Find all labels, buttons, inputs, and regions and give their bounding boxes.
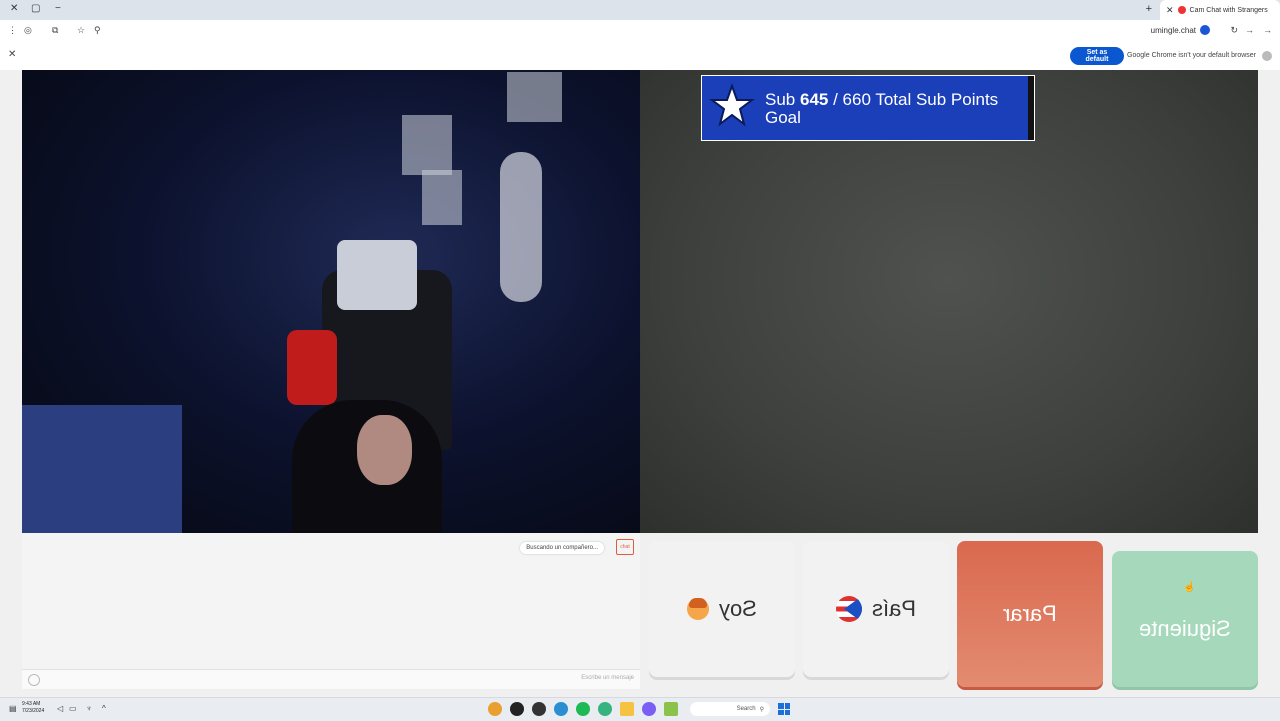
minimize-icon[interactable]: − bbox=[55, 3, 61, 14]
streamer-face bbox=[357, 415, 412, 485]
clock[interactable]: 9:43 AM 7/23/2024 bbox=[22, 701, 44, 715]
tab-close-icon[interactable]: ✕ bbox=[1166, 5, 1174, 16]
search-label: Search bbox=[736, 706, 756, 712]
parar-button[interactable]: Parar bbox=[957, 541, 1103, 687]
app-icon[interactable] bbox=[664, 702, 678, 716]
bookmark-star-icon[interactable]: ☆ bbox=[77, 25, 85, 36]
extensions-icon[interactable]: ⧉ bbox=[52, 25, 58, 36]
monitor bbox=[22, 405, 182, 533]
wall-poster bbox=[422, 170, 462, 225]
obs-app-icon[interactable] bbox=[532, 702, 546, 716]
chat-logo-icon: chat bbox=[616, 539, 634, 555]
clock-date: 7/23/2024 bbox=[22, 708, 45, 714]
network-icon[interactable]: ▭ bbox=[69, 704, 77, 713]
address-bar: ⋮ ◎ ⧉ ☆ ⚲ umingle.chat ↻ → → bbox=[0, 20, 1280, 43]
local-video bbox=[22, 70, 640, 533]
goal-label: Goal bbox=[765, 108, 801, 127]
mic-icon[interactable]: ♆ bbox=[86, 704, 92, 713]
tab-favicon-icon bbox=[1177, 6, 1186, 14]
site-info-icon[interactable] bbox=[1200, 25, 1210, 35]
app-icon[interactable] bbox=[598, 702, 612, 716]
chat-status: Buscando un compañero... bbox=[520, 542, 604, 554]
close-window-icon[interactable]: ✕ bbox=[10, 3, 18, 14]
start-icon[interactable] bbox=[778, 703, 790, 715]
clock-time: 9:43 AM bbox=[22, 701, 41, 707]
spotify-app-icon[interactable] bbox=[576, 702, 590, 716]
red-cloth bbox=[287, 330, 337, 405]
search-icon: ⚲ bbox=[759, 706, 764, 713]
pais-button[interactable]: País bbox=[803, 541, 949, 677]
maximize-icon[interactable]: ▢ bbox=[31, 3, 40, 14]
browser-tab[interactable]: ✕ Cam Chat with Strangers bbox=[1160, 0, 1280, 20]
siguiente-label: Siguiente bbox=[1139, 616, 1231, 641]
infobar-message: Google Chrome isn't your default browser bbox=[1127, 52, 1256, 59]
star-icon bbox=[709, 83, 755, 127]
wall-poster bbox=[507, 72, 562, 122]
mouse-cursor-icon: ☝ bbox=[1183, 582, 1196, 593]
telegram-app-icon[interactable] bbox=[554, 702, 568, 716]
chrome-icon bbox=[1262, 51, 1272, 61]
url-text: umingle.chat bbox=[1150, 25, 1196, 35]
pais-label: País bbox=[871, 596, 917, 621]
notifications-icon[interactable]: ▤ bbox=[9, 704, 17, 713]
url-field[interactable]: umingle.chat bbox=[1151, 25, 1210, 35]
chat-input[interactable]: Escribe un mensaje bbox=[22, 669, 640, 689]
sub-goal-overlay: Sub 645 / 660 Total Sub Points Goal bbox=[701, 75, 1035, 141]
puerto-rico-flag-icon bbox=[835, 596, 862, 622]
file-explorer-icon[interactable] bbox=[620, 702, 634, 716]
overlay-edge bbox=[1028, 76, 1034, 140]
taskbar: ▤ 9:43 AM 7/23/2024 ◁ ▭ ♆ ^ Search ⚲ bbox=[0, 697, 1280, 721]
chat-input-placeholder: Escribe un mensaje bbox=[581, 675, 634, 681]
jersey bbox=[337, 240, 417, 310]
back-icon[interactable]: → bbox=[1263, 25, 1272, 35]
new-tab-icon[interactable]: + bbox=[1146, 3, 1152, 15]
forward-icon[interactable]: → bbox=[1245, 25, 1254, 35]
wall-poster bbox=[402, 115, 452, 175]
soy-button[interactable]: Soy bbox=[649, 541, 795, 677]
chrome-app-icon[interactable] bbox=[488, 702, 502, 716]
sub-total: / 660 Total Sub Points bbox=[833, 90, 999, 109]
taskbar-search[interactable]: Search ⚲ bbox=[690, 702, 770, 716]
infobar-close-icon[interactable]: ✕ bbox=[8, 49, 16, 60]
site-settings-icon[interactable]: ⚲ bbox=[94, 25, 101, 36]
app-icon[interactable] bbox=[642, 702, 656, 716]
sub-goal-progress: Sub 645 / 660 Total Sub Points bbox=[765, 90, 998, 110]
chat-panel: Buscando un compañero... chat Escribe un… bbox=[22, 533, 640, 689]
tab-title: Cam Chat with Strangers bbox=[1189, 6, 1268, 14]
avatar-icon bbox=[687, 598, 710, 620]
set-default-button[interactable]: Set as default bbox=[1070, 47, 1124, 65]
sub-current: 645 bbox=[799, 90, 829, 109]
profile-icon[interactable]: ◎ bbox=[24, 25, 32, 36]
app-icon[interactable] bbox=[510, 702, 524, 716]
tray-chevron-icon[interactable]: ^ bbox=[102, 704, 106, 713]
reload-icon[interactable]: ↻ bbox=[1230, 25, 1238, 36]
default-browser-infobar: ✕ Set as default Google Chrome isn't you… bbox=[0, 42, 1280, 70]
soy-label: Soy bbox=[719, 596, 757, 621]
volume-icon[interactable]: ◁ bbox=[57, 704, 63, 713]
siguiente-button[interactable]: Siguiente bbox=[1112, 551, 1258, 687]
tab-strip: ✕ ▢ − + ✕ Cam Chat with Strangers bbox=[0, 0, 1280, 20]
emoji-icon[interactable] bbox=[28, 674, 40, 686]
sub-label: Sub bbox=[765, 90, 796, 109]
menu-icon[interactable]: ⋮ bbox=[8, 25, 17, 36]
skateboard bbox=[500, 152, 542, 302]
parar-label: Parar bbox=[1003, 601, 1057, 626]
taskbar-apps bbox=[488, 702, 678, 716]
